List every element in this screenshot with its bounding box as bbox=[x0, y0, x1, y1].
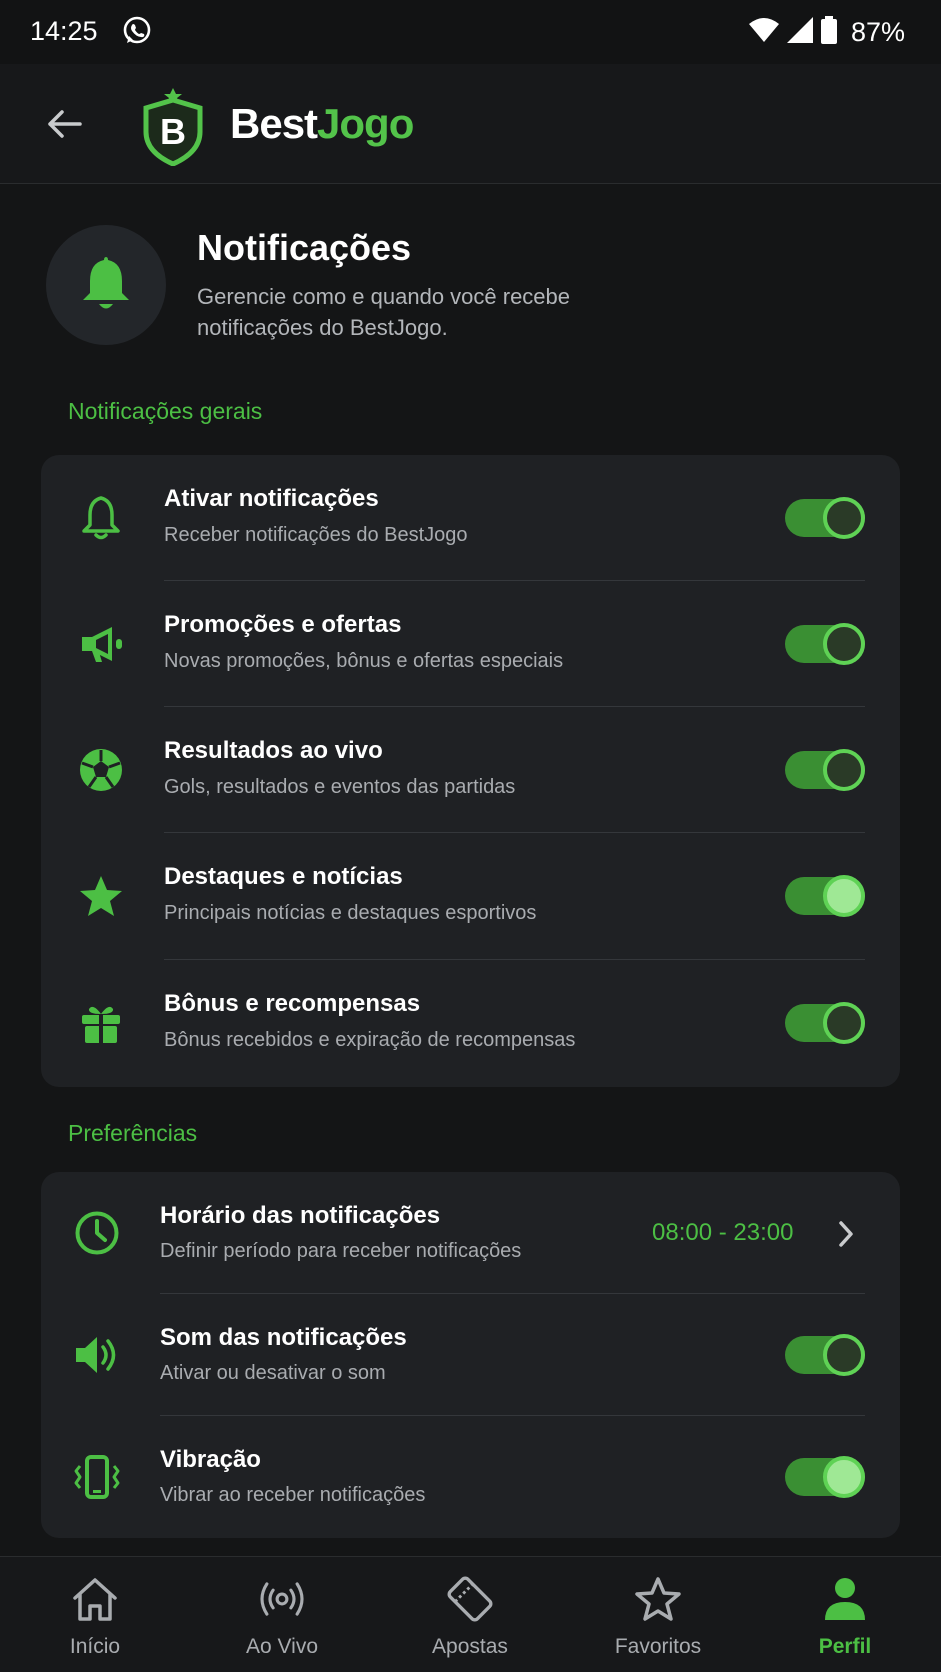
section-title-general: Notificações gerais bbox=[68, 398, 263, 424]
status-icons: 87% bbox=[748, 16, 905, 49]
toggle-sound[interactable] bbox=[785, 1334, 865, 1376]
nav-item-perfil[interactable]: Perfil bbox=[780, 1557, 910, 1672]
home-icon bbox=[71, 1575, 119, 1623]
nav-label: Favoritos bbox=[614, 1635, 702, 1658]
row-title: Destaques e notícias bbox=[164, 863, 403, 890]
row-title: Som das notificações bbox=[160, 1324, 407, 1351]
signal-icon bbox=[786, 17, 813, 48]
setting-row-promotions[interactable]: Promoções e ofertas Novas promoções, bôn… bbox=[41, 581, 900, 707]
logo-shield-icon: B bbox=[140, 86, 206, 171]
arrow-left-icon bbox=[46, 109, 82, 144]
setting-row-enable-notifications[interactable]: Ativar notificações Receber notificações… bbox=[41, 455, 900, 581]
toggle-live-results[interactable] bbox=[785, 749, 865, 791]
logo-jogo: Jogo bbox=[317, 100, 414, 147]
nav-item-ao-vivo[interactable]: Ao Vivo bbox=[217, 1557, 347, 1672]
setting-row-bonus[interactable]: Bônus e recompensas Bônus recebidos e ex… bbox=[41, 960, 900, 1087]
back-button[interactable] bbox=[40, 102, 88, 150]
row-subtitle: Gols, resultados e eventos das partidas bbox=[164, 776, 516, 798]
whatsapp-icon bbox=[121, 15, 153, 52]
star-icon bbox=[71, 866, 131, 926]
logo-wordmark: BestJogo bbox=[230, 100, 414, 148]
nav-label: Início bbox=[69, 1635, 121, 1658]
nav-item-favoritos[interactable]: Favoritos bbox=[593, 1557, 723, 1672]
status-bar: 14:25 87% bbox=[0, 0, 941, 64]
speaker-icon bbox=[67, 1325, 127, 1385]
general-notifications-card: Ativar notificações Receber notificações… bbox=[41, 455, 900, 1087]
bell-outline-icon bbox=[71, 488, 131, 548]
bottom-navigation: Início Ao Vivo Apostas Favoritos Perfil bbox=[0, 1556, 941, 1672]
toggle-enable-notifications[interactable] bbox=[785, 497, 865, 539]
row-subtitle: Novas promoções, bônus e ofertas especia… bbox=[164, 650, 564, 672]
nav-label: Ao Vivo bbox=[246, 1635, 318, 1658]
soccer-ball-icon bbox=[71, 740, 131, 800]
megaphone-icon bbox=[71, 614, 131, 674]
setting-row-highlights[interactable]: Destaques e notícias Principais notícias… bbox=[41, 833, 900, 960]
row-subtitle: Definir período para receber notificaçõe… bbox=[160, 1240, 522, 1262]
broadcast-icon bbox=[258, 1575, 306, 1623]
chevron-right-icon[interactable] bbox=[831, 1214, 861, 1254]
row-title: Resultados ao vivo bbox=[164, 737, 383, 764]
person-icon bbox=[821, 1575, 869, 1623]
row-subtitle: Vibrar ao receber notificações bbox=[160, 1484, 426, 1506]
toggle-bonus[interactable] bbox=[785, 1002, 865, 1044]
preferences-card: Horário das notificações Definir período… bbox=[41, 1172, 900, 1538]
row-subtitle: Bônus recebidos e expiração de recompens… bbox=[164, 1029, 576, 1051]
nav-item-apostas[interactable]: Apostas bbox=[405, 1557, 535, 1672]
battery-percent: 87% bbox=[850, 17, 905, 47]
svg-text:B: B bbox=[160, 111, 186, 152]
wifi-icon bbox=[748, 17, 779, 48]
notifications-screen: 14:25 87% B BestJogo Notificações Gerenc… bbox=[0, 0, 941, 1672]
row-title: Bônus e recompensas bbox=[164, 990, 421, 1017]
setting-row-vibration[interactable]: Vibração Vibrar ao receber notificações bbox=[41, 1416, 900, 1538]
row-subtitle: Receber notificações do BestJogo bbox=[164, 524, 468, 546]
row-title: Vibração bbox=[160, 1446, 261, 1473]
bell-icon bbox=[79, 253, 133, 318]
row-subtitle: Principais notícias e destaques esportiv… bbox=[164, 902, 537, 924]
battery-icon bbox=[820, 16, 837, 49]
intro-bell-badge bbox=[46, 225, 166, 345]
logo-best: Best bbox=[230, 100, 318, 147]
nav-label: Apostas bbox=[432, 1635, 508, 1658]
status-time: 14:25 bbox=[30, 16, 98, 46]
section-title-preferences: Preferências bbox=[68, 1120, 198, 1146]
toggle-promotions[interactable] bbox=[785, 623, 865, 665]
clock-icon bbox=[67, 1203, 127, 1263]
toggle-highlights[interactable] bbox=[785, 875, 865, 917]
ticket-icon bbox=[446, 1575, 494, 1623]
row-title: Ativar notificações bbox=[164, 485, 379, 512]
app-header: B BestJogo bbox=[0, 64, 941, 184]
star-outline-icon bbox=[634, 1575, 682, 1623]
nav-item-inicio[interactable]: Início bbox=[30, 1557, 160, 1672]
row-subtitle: Ativar ou desativar o som bbox=[160, 1362, 386, 1384]
row-title: Promoções e ofertas bbox=[164, 611, 402, 638]
setting-row-schedule[interactable]: Horário das notificações Definir período… bbox=[41, 1172, 900, 1294]
row-title: Horário das notificações bbox=[160, 1202, 441, 1229]
page-description: Gerencie como e quando você recebe notif… bbox=[197, 284, 571, 340]
schedule-value: 08:00 - 23:00 bbox=[652, 1219, 794, 1246]
setting-row-sound[interactable]: Som das notificações Ativar ou desativar… bbox=[41, 1294, 900, 1416]
page-title: Notificações bbox=[197, 227, 412, 268]
toggle-vibration[interactable] bbox=[785, 1456, 865, 1498]
nav-label: Perfil bbox=[818, 1635, 872, 1658]
vibration-icon bbox=[67, 1447, 127, 1507]
setting-row-live-results[interactable]: Resultados ao vivo Gols, resultados e ev… bbox=[41, 707, 900, 833]
gift-icon bbox=[71, 993, 131, 1053]
